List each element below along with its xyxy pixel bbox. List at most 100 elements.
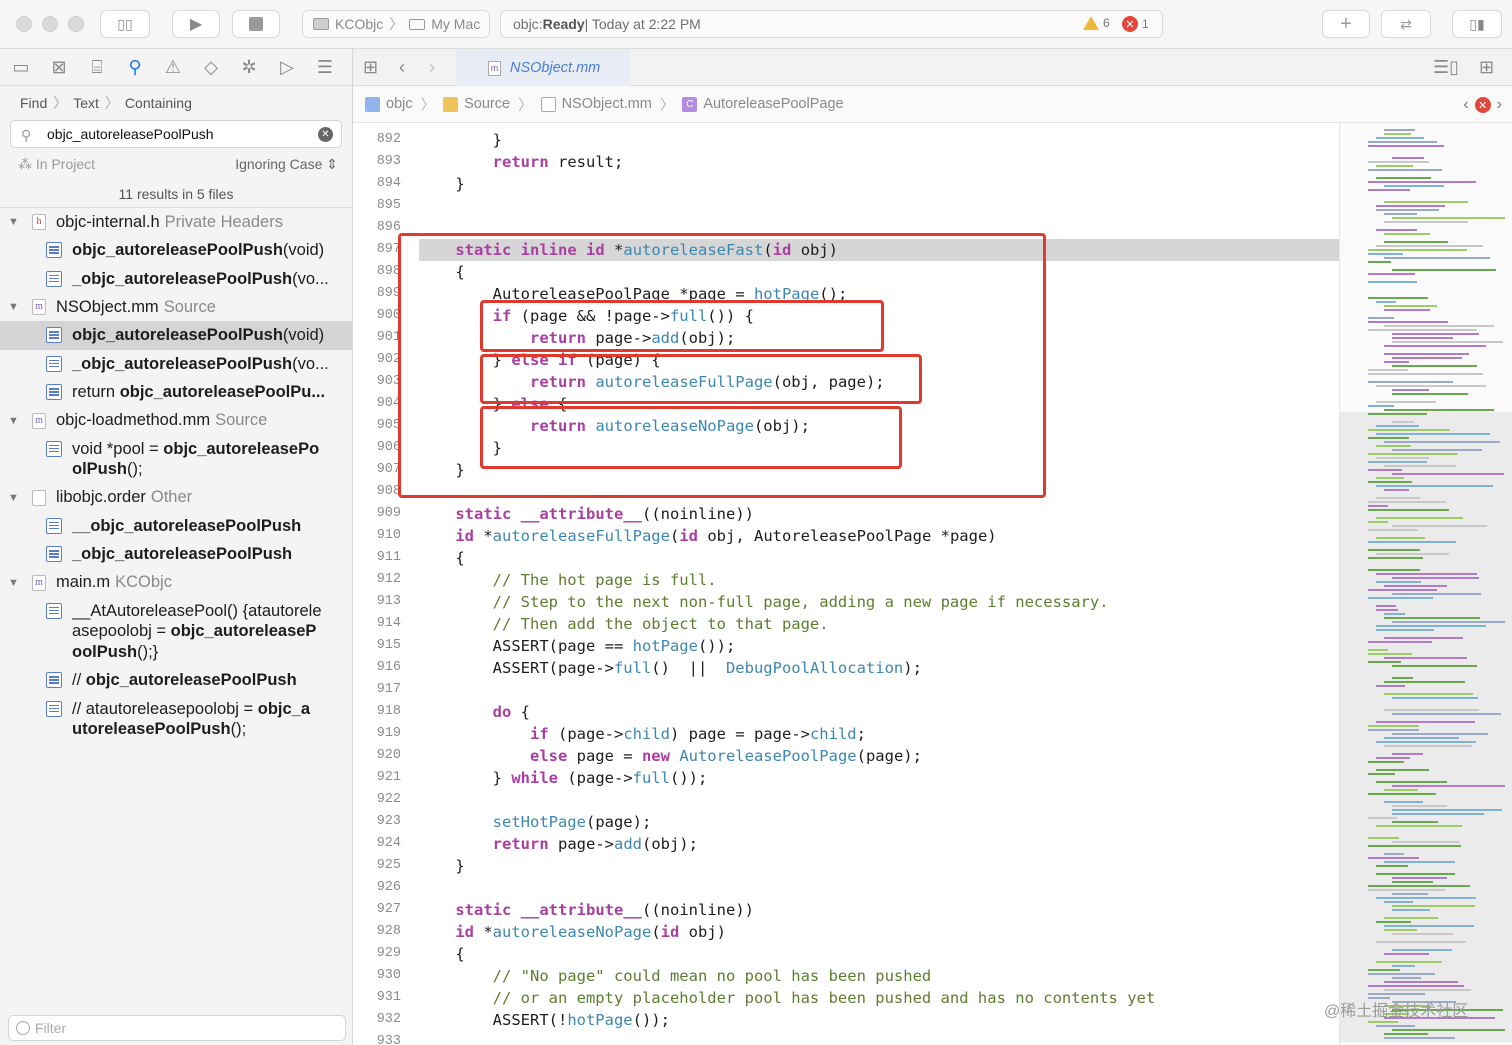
line-number[interactable]: 902 (353, 349, 401, 371)
zoom-window-button[interactable] (68, 16, 84, 32)
line-number[interactable]: 932 (353, 1009, 401, 1031)
source-control-icon[interactable]: ⊠ (48, 57, 70, 78)
minimap-viewport[interactable] (1340, 412, 1512, 1042)
line-number[interactable]: 901 (353, 327, 401, 349)
line-number[interactable]: 910 (353, 525, 401, 547)
line-number[interactable]: 921 (353, 767, 401, 789)
line-number[interactable]: 929 (353, 943, 401, 965)
line-number[interactable]: 894 (353, 173, 401, 195)
breakpoint-icon[interactable]: ▷ (276, 57, 298, 78)
line-number[interactable]: 896 (353, 217, 401, 239)
line-number[interactable]: 903 (353, 371, 401, 393)
stop-button[interactable] (232, 10, 280, 38)
find-navigator-icon[interactable]: ⚲ (124, 57, 146, 78)
back-arrow-icon[interactable]: ‹ (399, 57, 405, 78)
find-mode[interactable]: Find (20, 95, 47, 111)
line-number[interactable]: 927 (353, 899, 401, 921)
line-number[interactable]: 911 (353, 547, 401, 569)
line-number[interactable]: 909 (353, 503, 401, 525)
breadcrumb-symbol[interactable]: C AutoreleasePoolPage (682, 96, 844, 112)
minimap[interactable] (1339, 123, 1512, 1045)
line-number[interactable]: 916 (353, 657, 401, 679)
report-icon[interactable]: ☰ (314, 57, 336, 78)
disclosure-triangle-icon[interactable]: ▼ (8, 216, 22, 228)
symbol-icon[interactable]: ⌸ (86, 57, 108, 78)
debug-icon[interactable]: ✲ (238, 57, 260, 78)
line-number[interactable]: 923 (353, 811, 401, 833)
result-match-row[interactable]: return objc_autoreleasePoolPu... (0, 378, 352, 407)
line-number[interactable]: 908 (353, 481, 401, 503)
test-icon[interactable]: ◇ (200, 57, 222, 78)
line-number[interactable]: 906 (353, 437, 401, 459)
next-issue-icon[interactable]: › (1497, 96, 1502, 114)
editor-options-icon[interactable]: ☰▯ (1433, 57, 1459, 78)
source-editor[interactable]: 892 } 893 return result; 894 } 895 896 897 st… (353, 123, 1339, 1045)
disclosure-triangle-icon[interactable]: ▼ (8, 415, 22, 427)
result-file-row[interactable]: ▼ libobjc.order Other (0, 484, 352, 512)
disclosure-triangle-icon[interactable]: ▼ (8, 492, 22, 504)
line-number[interactable]: 895 (353, 195, 401, 217)
tab-nsobject-mm[interactable]: m NSObject.mm (456, 49, 630, 86)
result-file-row[interactable]: ▼ m objc-loadmethod.mm Source (0, 407, 352, 435)
breadcrumb-file[interactable]: NSObject.mm (540, 96, 652, 112)
library-button[interactable]: + (1322, 10, 1370, 38)
line-number[interactable]: 917 (353, 679, 401, 701)
toggle-navigator-button[interactable]: ▯▯ (100, 10, 150, 38)
line-number[interactable]: 904 (353, 393, 401, 415)
warnings-badge[interactable]: 6 (1083, 16, 1110, 30)
line-number[interactable]: 930 (353, 965, 401, 987)
result-match-row[interactable]: // atautoreleasepoolobj = objc_a utorele… (0, 695, 352, 744)
minimize-window-button[interactable] (42, 16, 58, 32)
grid-icon[interactable]: ⊞ (363, 57, 378, 78)
line-number[interactable]: 897 (353, 239, 401, 261)
toggle-inspector-button[interactable]: ▯▮ (1452, 10, 1502, 38)
result-match-row[interactable]: _objc_autoreleasePoolPush(vo... (0, 350, 352, 379)
disclosure-triangle-icon[interactable]: ▼ (8, 577, 22, 589)
line-number[interactable]: 919 (353, 723, 401, 745)
line-number[interactable]: 892 (353, 129, 401, 151)
result-match-row[interactable]: _objc_autoreleasePoolPush(vo... (0, 265, 352, 294)
breadcrumb-folder[interactable]: Source (443, 96, 510, 112)
line-number[interactable]: 928 (353, 921, 401, 943)
find-type[interactable]: Text (73, 95, 99, 111)
line-number[interactable]: 914 (353, 613, 401, 635)
line-number[interactable]: 899 (353, 283, 401, 305)
line-number[interactable]: 920 (353, 745, 401, 767)
result-file-row[interactable]: ▼ m main.m KCObjc (0, 569, 352, 597)
disclosure-triangle-icon[interactable]: ▼ (8, 301, 22, 313)
line-number[interactable]: 913 (353, 591, 401, 613)
result-file-row[interactable]: ▼ h objc-internal.h Private Headers (0, 208, 352, 236)
result-match-row[interactable]: objc_autoreleasePoolPush(void) (0, 236, 352, 265)
line-number[interactable]: 918 (353, 701, 401, 723)
run-button[interactable]: ▶ (172, 10, 220, 38)
find-search-value[interactable]: objc_autoreleasePoolPush (47, 126, 214, 142)
result-match-row[interactable]: // objc_autoreleasePoolPush (0, 666, 352, 695)
filter-field[interactable]: Filter (8, 1015, 346, 1041)
line-number[interactable]: 933 (353, 1031, 401, 1045)
line-number[interactable]: 898 (353, 261, 401, 283)
line-number[interactable]: 912 (353, 569, 401, 591)
line-number[interactable]: 893 (353, 151, 401, 173)
find-match[interactable]: Containing (125, 95, 192, 111)
code-review-button[interactable]: ⇄ (1381, 10, 1431, 38)
line-number[interactable]: 900 (353, 305, 401, 327)
line-number[interactable]: 924 (353, 833, 401, 855)
line-number[interactable]: 907 (353, 459, 401, 481)
previous-issue-icon[interactable]: ‹ (1463, 96, 1468, 114)
result-match-row[interactable]: void *pool = objc_autoreleasePo olPush()… (0, 435, 352, 484)
line-number[interactable]: 931 (353, 987, 401, 1009)
forward-arrow-icon[interactable]: › (429, 57, 435, 78)
find-scope[interactable]: ⁂ In Project (18, 156, 95, 173)
result-match-row[interactable]: __AtAutoreleasePool() {atautorele asepoo… (0, 597, 352, 667)
errors-badge[interactable]: ✕ 1 (1122, 16, 1149, 32)
breadcrumb-project[interactable]: objc (365, 96, 413, 112)
result-file-row[interactable]: ▼ m NSObject.mm Source (0, 293, 352, 321)
result-match-row[interactable]: _objc_autoreleasePoolPush (0, 540, 352, 569)
close-window-button[interactable] (16, 16, 32, 32)
folder-icon[interactable]: ▭ (10, 57, 32, 78)
line-number[interactable]: 926 (353, 877, 401, 899)
clear-search-icon[interactable]: ✕ (318, 127, 333, 142)
error-icon[interactable]: ✕ (1474, 97, 1491, 113)
scheme-selector[interactable]: KCObjc 〉 My Mac (302, 10, 490, 38)
line-number[interactable]: 905 (353, 415, 401, 437)
